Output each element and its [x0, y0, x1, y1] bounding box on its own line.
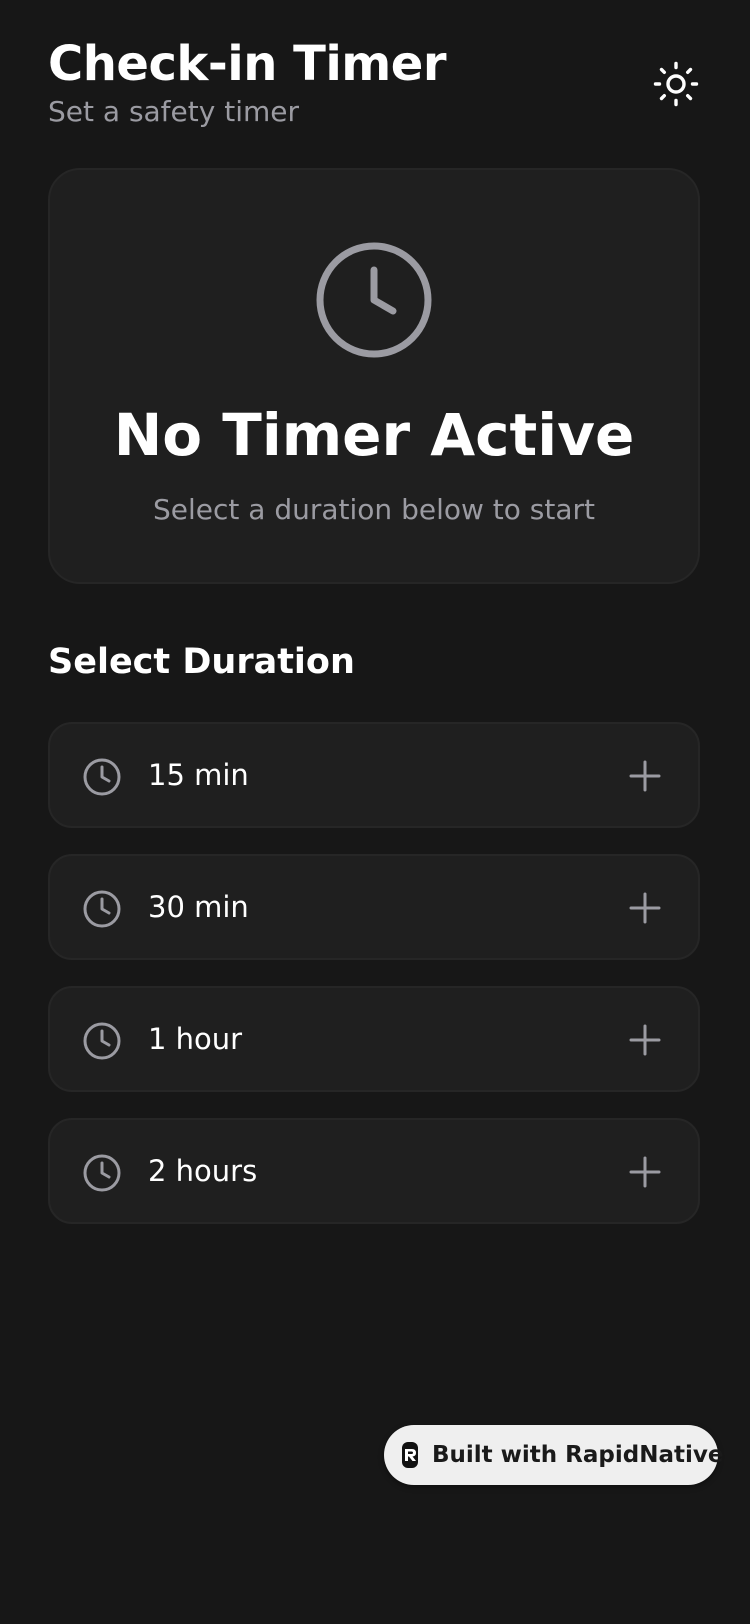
duration-option-2-hours[interactable]: 2 hours	[48, 1118, 700, 1224]
plus-icon	[629, 892, 661, 924]
built-with-rapidnative-badge[interactable]: Built with RapidNative	[384, 1425, 723, 1485]
timer-status-subtitle: Select a duration below to start	[153, 493, 595, 526]
duration-option-1-hour[interactable]: 1 hour	[48, 986, 700, 1092]
badge-label: Built with RapidNative	[432, 1442, 724, 1468]
header: Check-in Timer Set a safety timer	[48, 34, 702, 144]
duration-option-15-min[interactable]: 15 min	[48, 722, 700, 828]
duration-list: 15 min 30 min 1 hour 2 hours	[48, 722, 700, 1250]
timer-status-card: No Timer Active Select a duration below …	[48, 168, 700, 584]
sun-icon	[653, 61, 699, 107]
duration-label: 15 min	[148, 758, 249, 792]
duration-label: 1 hour	[148, 1022, 243, 1056]
clock-icon	[83, 758, 121, 796]
plus-icon	[629, 1156, 661, 1188]
duration-label: 2 hours	[148, 1154, 258, 1188]
theme-toggle-button[interactable]	[648, 56, 704, 112]
plus-icon	[629, 760, 661, 792]
duration-label: 30 min	[148, 890, 249, 924]
section-title: Select Duration	[48, 642, 355, 682]
plus-icon	[629, 1024, 661, 1056]
clock-icon	[83, 1154, 121, 1192]
clock-icon	[316, 242, 432, 358]
rapidnative-logo-icon	[402, 1442, 418, 1468]
page-title: Check-in Timer	[48, 36, 447, 92]
clock-icon	[83, 1022, 121, 1060]
page-subtitle: Set a safety timer	[48, 95, 299, 128]
duration-option-30-min[interactable]: 30 min	[48, 854, 700, 960]
clock-icon	[83, 890, 121, 928]
timer-status-title: No Timer Active	[113, 401, 635, 469]
